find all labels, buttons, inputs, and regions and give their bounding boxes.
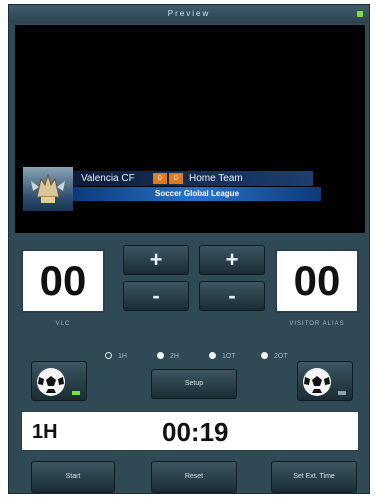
soccer-ball-icon bbox=[37, 368, 65, 396]
reset-button[interactable]: Reset bbox=[151, 461, 237, 493]
period-radio-1ot[interactable]: 1OT bbox=[209, 351, 236, 363]
home-minus-button[interactable]: - bbox=[123, 281, 189, 311]
preview-screen: Valencia CF 0 0 Home Team Soccer Global … bbox=[15, 25, 365, 233]
scoreboard-app: Preview Valencia CF 0 0 Home Team Soccer… bbox=[8, 4, 370, 494]
active-led-icon bbox=[72, 391, 80, 395]
league-strip: Soccer Global League bbox=[73, 187, 321, 201]
window-title: Preview bbox=[167, 9, 211, 18]
period-label: 1OT bbox=[222, 353, 236, 360]
away-team-label: VISITOR ALIAS bbox=[289, 321, 345, 327]
period-selector: 1H 2H 1OT 2OT bbox=[105, 351, 325, 363]
period-label: 2H bbox=[170, 353, 179, 360]
radio-icon bbox=[209, 352, 216, 359]
period-radio-1h[interactable]: 1H bbox=[105, 351, 127, 363]
set-time-button[interactable]: Set Ext. Time bbox=[271, 461, 357, 493]
radio-icon bbox=[157, 352, 164, 359]
inactive-led-icon bbox=[338, 391, 346, 395]
home-score-chip: 0 bbox=[153, 173, 167, 184]
away-team-name: Home Team bbox=[189, 173, 243, 184]
away-possession-button[interactable] bbox=[297, 361, 353, 401]
score-strip: Valencia CF 0 0 Home Team bbox=[73, 171, 313, 186]
start-button[interactable]: Start bbox=[31, 461, 115, 493]
period-label: 1H bbox=[118, 353, 127, 360]
soccer-ball-icon bbox=[303, 368, 331, 396]
radio-icon bbox=[261, 352, 268, 359]
clock-period: 1H bbox=[32, 421, 58, 443]
period-label: 2OT bbox=[274, 353, 288, 360]
home-score-display: 00 bbox=[21, 249, 105, 313]
home-team-name: Valencia CF bbox=[81, 173, 135, 184]
away-score-display: 00 bbox=[275, 249, 359, 313]
game-clock: 1H 00:19 bbox=[21, 411, 359, 451]
window-titlebar: Preview bbox=[9, 5, 369, 23]
team-crest-logo bbox=[23, 167, 73, 211]
period-radio-2h[interactable]: 2H bbox=[157, 351, 179, 363]
status-indicator-icon bbox=[357, 11, 363, 17]
away-score-chip: 0 bbox=[169, 173, 183, 184]
lower-third-graphic: Valencia CF 0 0 Home Team Soccer Global … bbox=[23, 165, 321, 225]
clock-time: 00:19 bbox=[162, 417, 229, 447]
away-minus-button[interactable]: - bbox=[199, 281, 265, 311]
home-possession-button[interactable] bbox=[31, 361, 87, 401]
setup-button[interactable]: Setup bbox=[151, 369, 237, 399]
period-radio-2ot[interactable]: 2OT bbox=[261, 351, 288, 363]
home-plus-button[interactable]: + bbox=[123, 245, 189, 275]
radio-icon bbox=[105, 352, 112, 359]
home-team-label: VLC bbox=[55, 321, 71, 327]
away-plus-button[interactable]: + bbox=[199, 245, 265, 275]
